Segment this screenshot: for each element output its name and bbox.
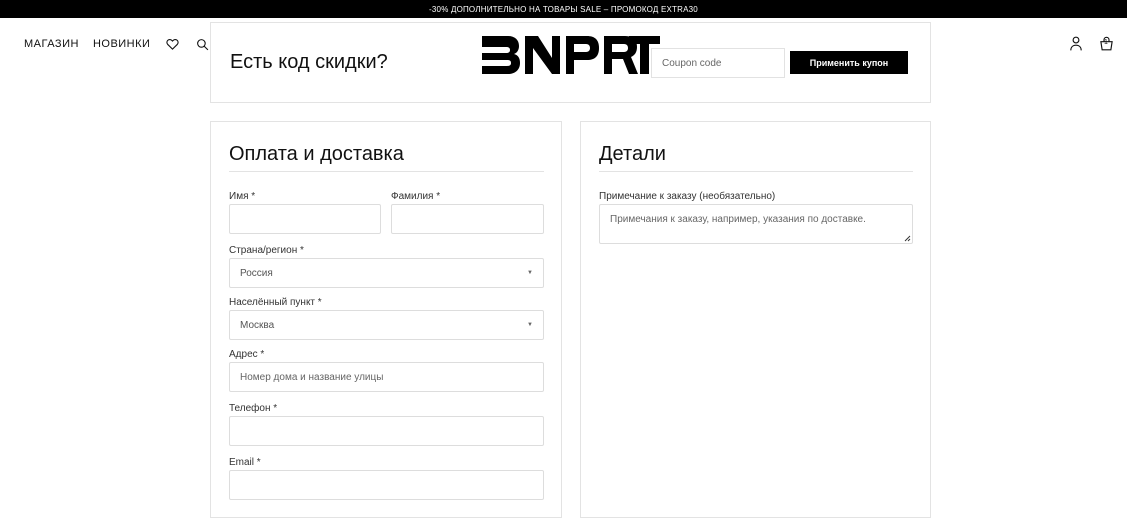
coupon-code-input[interactable] [651, 48, 785, 78]
user-icon[interactable] [1069, 36, 1085, 52]
account-nav: 1 [1069, 36, 1115, 52]
resize-handle-icon[interactable] [903, 234, 911, 242]
search-icon[interactable] [194, 36, 210, 52]
first-name-label: Имя * [229, 191, 256, 202]
apply-coupon-button[interactable]: Применить купон [790, 51, 908, 74]
coupon-section: Есть код скидки? Применить купон [210, 22, 931, 103]
phone-label: Телефон * [229, 403, 278, 414]
email-field[interactable] [229, 470, 544, 500]
city-label: Населённый пункт * [229, 297, 322, 308]
nav-new-link[interactable]: НОВИНКИ [93, 38, 151, 50]
nav-shop-link[interactable]: МАГАЗИН [24, 38, 79, 50]
order-notes-label: Примечание к заказу (необязательно) [599, 191, 776, 202]
last-name-field[interactable] [391, 204, 544, 234]
address-label: Адрес * [229, 349, 265, 360]
phone-field[interactable] [229, 416, 544, 446]
chevron-down-icon: ▼ [527, 270, 533, 276]
billing-title: Оплата и доставка [229, 143, 404, 165]
cart-count: 1 [1104, 39, 1108, 46]
divider [229, 171, 544, 172]
main-nav: МАГАЗИН НОВИНКИ [24, 36, 210, 52]
billing-panel: Оплата и доставка Имя * Фамилия * Страна… [210, 121, 562, 518]
coupon-title: Есть код скидки? [230, 51, 388, 73]
address-field[interactable] [229, 362, 544, 392]
last-name-label: Фамилия * [391, 191, 441, 202]
country-label: Страна/регион * [229, 245, 304, 256]
promo-bar: -30% ДОПОЛНИТЕЛЬНО НА ТОВАРЫ SALE – ПРОМ… [0, 0, 1127, 18]
bag-icon[interactable]: 1 [1099, 36, 1115, 52]
country-value: Россия [240, 267, 273, 279]
city-value: Москва [240, 319, 275, 331]
city-select[interactable]: Москва ▼ [229, 310, 544, 340]
details-panel: Детали Примечание к заказу (необязательн… [580, 121, 931, 518]
first-name-field[interactable] [229, 204, 381, 234]
country-select[interactable]: Россия ▼ [229, 258, 544, 288]
chevron-down-icon: ▼ [527, 322, 533, 328]
details-title: Детали [599, 143, 666, 165]
promo-text: -30% ДОПОЛНИТЕЛЬНО НА ТОВАРЫ SALE – ПРОМ… [429, 4, 698, 14]
order-notes-textarea[interactable] [599, 204, 913, 244]
divider [599, 171, 913, 172]
heart-icon[interactable] [164, 36, 180, 52]
email-label: Email * [229, 457, 261, 468]
